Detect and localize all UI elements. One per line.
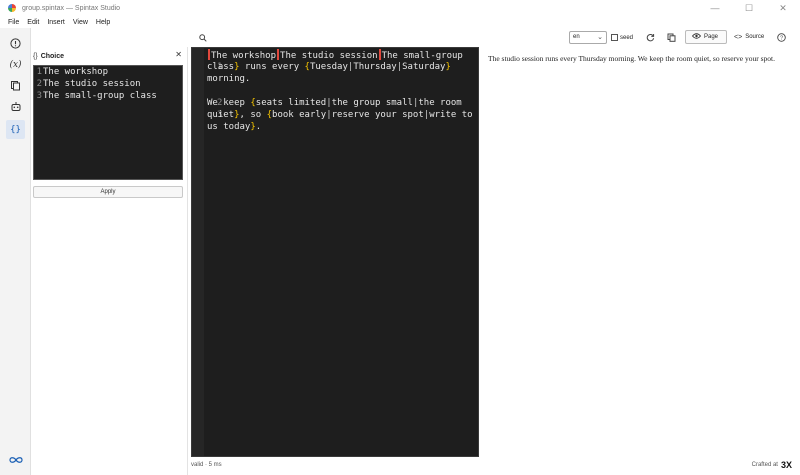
crafted-at: Crafted at 3X <box>752 459 792 471</box>
editor-line: 2 <box>192 85 226 108</box>
seed-checkbox[interactable] <box>611 34 618 41</box>
preview-text: The studio session runs every Thursday m… <box>488 54 775 63</box>
editor-line-content: We keep {seats limited|the group small|t… <box>207 98 462 108</box>
code-icon: <> <box>734 33 743 41</box>
chevron-down-icon: ⌄ <box>597 34 603 41</box>
snippets-button[interactable] <box>6 76 25 95</box>
search-button[interactable] <box>196 31 209 44</box>
editor-line: quiet}, so {book early|reserve your spot… <box>192 109 473 121</box>
copy-icon <box>667 33 676 42</box>
assistant-button[interactable] <box>6 97 25 116</box>
spintax-editor[interactable]: 1 The workshop The studio session The smal… <box>191 47 479 457</box>
editor-line-content: class} runs every {Tuesday|Thursday|Satu… <box>207 62 451 72</box>
editor-line-content: morning. <box>207 74 251 84</box>
infinity-icon <box>8 457 23 463</box>
editor-line: morning. <box>192 73 250 85</box>
editor-line: class} runs every {Tuesday|Thursday|Satu… <box>192 61 451 73</box>
editor-line: 3 We keep {seats limited|the group small… <box>192 97 462 120</box>
choice-line: 1 The workshop <box>34 66 182 78</box>
svg-text:?: ? <box>780 36 783 42</box>
status-bar: valid · 5 ms Crafted at 3X <box>191 459 800 471</box>
line-number: 2 <box>36 79 42 89</box>
maximize-button[interactable]: ☐ <box>732 0 766 16</box>
snippets-icon <box>11 81 20 91</box>
refresh-button[interactable] <box>644 31 657 44</box>
menu-help[interactable]: Help <box>96 19 110 26</box>
close-choice-panel-button[interactable]: ✕ <box>175 50 182 59</box>
editor-line-content: us today}. <box>207 122 262 132</box>
choice-line: 2 The studio session <box>34 78 182 90</box>
editor-line: 1 The workshop The studio session The smal… <box>192 49 463 72</box>
brand-button[interactable] <box>6 453 25 467</box>
copy-button[interactable] <box>665 31 678 44</box>
help-circle-icon: ? <box>777 33 786 42</box>
crafted-label: Crafted at <box>751 462 778 468</box>
toolbar: en ⌄ seed Page <> Source ? <box>31 28 800 47</box>
lint-button[interactable] <box>6 34 25 53</box>
menu-bar: File Edit Insert View Help <box>0 16 800 28</box>
source-view-button[interactable]: <> Source <box>728 30 770 44</box>
alert-circle-icon <box>10 38 21 49</box>
variables-icon: (x) <box>9 59 22 70</box>
robot-icon <box>11 102 20 111</box>
close-window-button[interactable]: ✕ <box>766 0 800 16</box>
line-number: 3 <box>36 91 42 101</box>
choice-panel: {} Choice ✕ 1 The workshop 2 The studio se… <box>31 47 188 475</box>
choice-braces-icon: {} <box>33 52 38 60</box>
choice-option: The studio session <box>43 79 141 89</box>
choice-option: The workshop <box>43 67 109 77</box>
line-number: 1 <box>36 67 42 77</box>
minimize-button[interactable]: — <box>698 0 732 16</box>
menu-view[interactable]: View <box>73 19 88 26</box>
editor-line: us today}. <box>192 121 261 133</box>
page-view-button[interactable]: Page <box>685 30 727 44</box>
status-text: valid · 5 ms <box>191 462 222 468</box>
apply-button[interactable]: Apply <box>33 186 183 198</box>
choice-option: The small-group class <box>43 91 157 101</box>
app-logo-icon <box>8 4 16 12</box>
title-bar: group.spintax — Spintax Studio — ☐ ✕ <box>0 0 800 16</box>
braces-icon: {} <box>10 124 21 135</box>
choice-panel-title: Choice <box>40 52 65 60</box>
seed-toggle[interactable]: seed <box>611 31 633 44</box>
menu-edit[interactable]: Edit <box>27 19 39 26</box>
brand-logo[interactable]: 3X <box>781 460 792 470</box>
source-view-label: Source <box>745 34 765 40</box>
language-select[interactable]: en ⌄ <box>569 31 607 44</box>
help-button[interactable]: ? <box>775 31 788 44</box>
seed-label: seed <box>620 34 634 41</box>
activity-bar: (x) {} <box>0 28 31 475</box>
editor-line-content: quiet}, so {book early|reserve your spot… <box>207 110 473 120</box>
choice-options-editor[interactable]: 1 The workshop 2 The studio session 3 The s… <box>33 65 183 180</box>
language-value: en <box>573 34 580 40</box>
variables-button[interactable]: (x) <box>6 55 25 74</box>
preview-pane: The studio session runs every Thursday m… <box>482 47 800 457</box>
page-view-label: Page <box>704 34 719 40</box>
choice-panel-header: {} Choice ✕ <box>31 50 188 62</box>
menu-insert[interactable]: Insert <box>47 19 65 26</box>
menu-file[interactable]: File <box>8 19 19 26</box>
eye-icon <box>691 33 702 41</box>
choice-line: 3 The small-group class <box>34 90 182 102</box>
choice-button[interactable]: {} <box>6 120 25 139</box>
refresh-icon <box>646 34 655 42</box>
window-title: group.spintax — Spintax Studio <box>22 4 121 12</box>
window-controls: — ☐ ✕ <box>698 0 800 16</box>
search-icon <box>198 33 207 42</box>
